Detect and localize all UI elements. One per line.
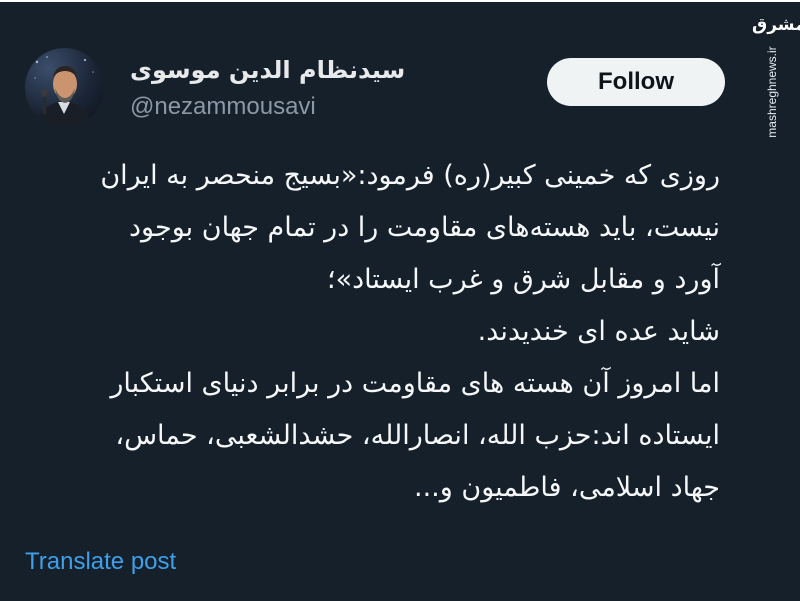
follow-button[interactable]: Follow [547, 58, 725, 106]
tweet-line: جهاد اسلامی، فاطمیون و... [414, 472, 720, 503]
tweet-line: ایستاده اند:حزب الله، انصارالله، حشدالشع… [115, 420, 720, 451]
author-display-name[interactable]: سیدنظام الدین موسوی [130, 52, 405, 88]
tweet-line: نیست، باید هسته‌های مقاومت را در تمام جه… [129, 212, 720, 243]
avatar[interactable] [25, 48, 104, 127]
top-border [0, 0, 800, 2]
tweet-line: روزی که خمینی کبیر(ره) فرمود:«بسیج منحصر… [100, 160, 720, 191]
tweet-line: آورد و مقابل شرق و غرب ایستاد»؛ [327, 264, 720, 295]
tweet-line: اما امروز آن هسته های مقاومت در برابر دن… [110, 368, 720, 399]
author-handle[interactable]: @nezammousavi [130, 91, 316, 123]
translate-post-link[interactable]: Translate post [25, 544, 176, 580]
tweet-text: روزی که خمینی کبیر(ره) فرمود:«بسیج منحصر… [24, 150, 720, 514]
watermark-url: mashreghnews.ir [765, 46, 779, 138]
mashregh-logo: مشرق [752, 15, 800, 35]
mashregh-watermark: مشرق mashreghnews.ir [752, 10, 800, 138]
tweet-line: شاید عده ای خندیدند. [477, 316, 720, 347]
avatar-photo [34, 56, 94, 127]
